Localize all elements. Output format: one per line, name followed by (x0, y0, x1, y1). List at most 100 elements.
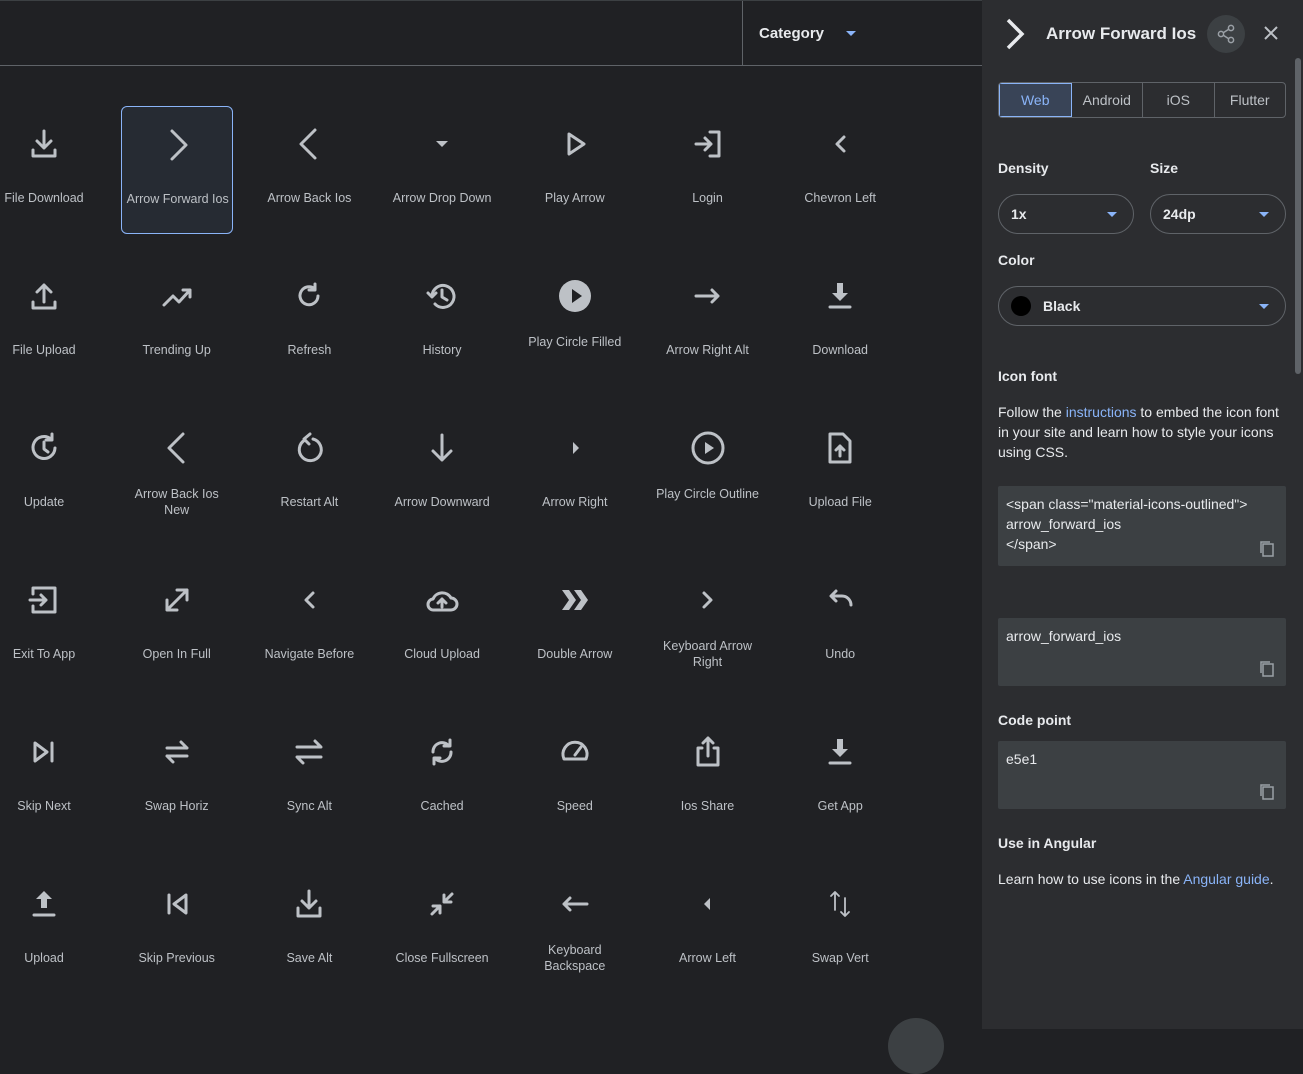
icon-tile[interactable]: Skip Previous (121, 866, 233, 994)
icon-tile[interactable]: Arrow Right Alt (652, 258, 764, 386)
platform-tabs: Web Android iOS Flutter (998, 82, 1286, 118)
icon-tile-label: Cached (420, 799, 464, 813)
icon-tile[interactable]: Update (0, 410, 100, 538)
tab-web[interactable]: Web (999, 83, 1072, 117)
download-icon (828, 283, 852, 309)
icon-tile[interactable]: Save Alt (253, 866, 365, 994)
arrow-back-ios-new-icon (167, 432, 185, 464)
icon-tile[interactable]: Get App (784, 714, 896, 842)
update-icon (31, 432, 57, 460)
scroll-top-button[interactable] (888, 1018, 944, 1074)
icon-tile-label: Arrow Drop Down (392, 191, 492, 205)
density-value: 1x (1011, 206, 1027, 222)
icon-tile[interactable]: Arrow Right (519, 410, 631, 538)
size-select[interactable]: 24dp (1150, 194, 1286, 234)
tab-ios[interactable]: iOS (1143, 83, 1215, 117)
icon-tile-label: Arrow Downward (394, 495, 490, 509)
icon-tile[interactable]: Cached (386, 714, 498, 842)
save-alt-icon (296, 889, 322, 918)
icon-tile[interactable]: Download (784, 258, 896, 386)
icon-tile[interactable]: Upload File (784, 410, 896, 538)
icon-tile-label: Get App (817, 799, 863, 813)
icon-tile-label: Double Arrow (537, 647, 613, 661)
icon-tile[interactable]: Keyboard Backspace (519, 866, 631, 994)
share-button[interactable] (1207, 15, 1245, 53)
icon-tile[interactable]: File Upload (0, 258, 100, 386)
play-circle-outline-icon (691, 431, 724, 465)
icon-tile[interactable]: Close Fullscreen (386, 866, 498, 994)
file-upload-icon (31, 283, 57, 310)
icon-tile[interactable]: History (386, 258, 498, 386)
icon-tile-label: Restart Alt (280, 495, 339, 509)
icon-tile[interactable]: Arrow Left (652, 866, 764, 994)
play-circle-filled-icon (558, 280, 591, 312)
tab-flutter[interactable]: Flutter (1215, 83, 1286, 117)
icon-tile[interactable]: Login (652, 106, 764, 234)
ios-share-icon (696, 736, 719, 767)
icon-tile[interactable]: Chevron Left (784, 106, 896, 234)
icon-tile[interactable]: Open In Full (121, 562, 233, 690)
chevron-down-icon (1259, 304, 1269, 309)
icon-tile[interactable]: Ios Share (652, 714, 764, 842)
icon-tile[interactable]: Double Arrow (519, 562, 631, 690)
icon-tile[interactable]: Navigate Before (253, 562, 365, 690)
icon-tile[interactable]: Play Circle Outline (652, 410, 764, 538)
icon-tile[interactable]: Keyboard Arrow Right (652, 562, 764, 690)
icon-tile[interactable]: Cloud Upload (386, 562, 498, 690)
icon-tile[interactable]: Play Arrow (519, 106, 631, 234)
icon-tile-label: Speed (556, 799, 593, 813)
chevron-down-icon (846, 31, 857, 36)
icon-tile[interactable]: Sync Alt (253, 714, 365, 842)
icon-tile[interactable]: Speed (519, 714, 631, 842)
density-select[interactable]: 1x (998, 194, 1134, 234)
icon-tile[interactable]: Skip Next (0, 714, 100, 842)
icon-tile[interactable]: Upload (0, 866, 100, 994)
icon-tile[interactable]: Swap Horiz (121, 714, 233, 842)
category-dropdown[interactable]: Category (742, 1, 982, 66)
close-fullscreen-icon (430, 892, 454, 916)
color-swatch (1011, 296, 1031, 316)
category-label: Category (759, 25, 825, 42)
color-select[interactable]: Black (998, 286, 1286, 326)
copy-icon[interactable] (1258, 660, 1276, 678)
icon-font-text: Follow the instructions to embed the ico… (998, 402, 1288, 462)
upload-icon (32, 891, 56, 917)
scrollbar[interactable] (1295, 58, 1301, 374)
copy-icon[interactable] (1258, 783, 1276, 801)
copy-icon[interactable] (1258, 540, 1276, 558)
arrow-right-icon (572, 442, 579, 454)
history-icon (426, 283, 456, 309)
icon-tile[interactable]: Exit To App (0, 562, 100, 690)
icon-tile[interactable]: Arrow Downward (386, 410, 498, 538)
arrow-drop-down-icon (436, 141, 449, 147)
icon-tile[interactable]: Arrow Drop Down (386, 106, 498, 234)
icon-tile-label: Arrow Left (679, 951, 736, 965)
icon-tile[interactable]: Arrow Back Ios (253, 106, 365, 234)
icon-tile[interactable]: File Download (0, 106, 100, 234)
angular-label: Use in Angular (998, 835, 1097, 851)
icon-tile-label: Refresh (287, 343, 332, 357)
icon-tile[interactable]: Swap Vert (784, 866, 896, 994)
icon-tile-label: Play Arrow (544, 191, 605, 205)
icon-tile-label: Chevron Left (804, 191, 876, 205)
size-label: Size (1150, 160, 1179, 176)
tab-android[interactable]: Android (1072, 83, 1143, 117)
icon-grid: File Download Arrow Forward Ios Arrow Back… (0, 66, 982, 1029)
angular-guide-link[interactable]: Angular guide (1183, 871, 1269, 887)
icon-tile-label: Navigate Before (264, 647, 355, 661)
icon-tile[interactable]: Arrow Forward Ios (120, 106, 233, 234)
icon-tile[interactable]: Undo (784, 562, 896, 690)
icon-tile[interactable]: Trending Up (121, 258, 233, 386)
icon-tile-label: Save Alt (286, 951, 333, 965)
icon-tile-label: Exit To App (12, 647, 76, 661)
cached-icon (431, 738, 453, 766)
close-icon[interactable] (1262, 24, 1280, 42)
icon-tile[interactable]: Arrow Back Ios New (121, 410, 233, 538)
instructions-link[interactable]: instructions (1066, 404, 1137, 420)
icon-tile[interactable]: Play Circle Filled (519, 258, 631, 386)
icon-tile[interactable]: Refresh (253, 258, 365, 386)
get-app-icon (828, 739, 852, 765)
icon-tile-label: Arrow Right Alt (666, 343, 749, 357)
icon-tile[interactable]: Restart Alt (253, 410, 365, 538)
swap-vert-icon (830, 891, 851, 917)
